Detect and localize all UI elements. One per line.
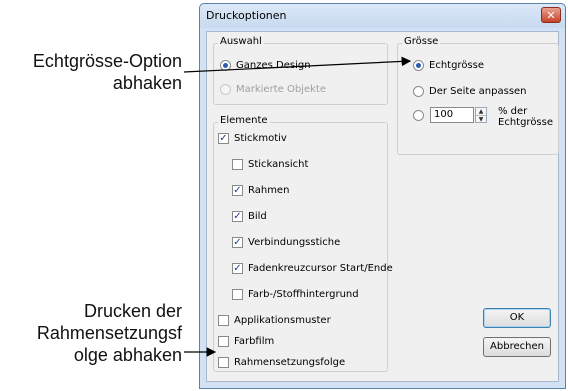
group-auswahl: Auswahl Ganzes Design Markierte Objekte	[213, 36, 388, 105]
callout-line: Echtgrösse-Option	[32, 51, 182, 71]
callout-line: olge abhaken	[73, 345, 182, 365]
checkbox-rahmensetzungsfolge[interactable]: Rahmensetzungsfolge	[218, 355, 345, 369]
checkbox-label: Stickansicht	[248, 158, 309, 170]
radio-button	[220, 83, 231, 95]
checkbox-label: Verbindungsstiche	[248, 236, 341, 248]
dialog-title: Druckoptionen	[206, 9, 287, 22]
checkbox-label: Bild	[248, 210, 267, 222]
checkbox-empty-icon[interactable]	[218, 335, 229, 347]
callout-line: Drucken der	[83, 301, 182, 321]
checkbox-label: Applikationsmuster	[234, 314, 331, 326]
percent-label-line1: Echtgrösse	[498, 117, 554, 128]
checkbox-empty-icon[interactable]	[218, 356, 229, 368]
checkbox-empty-icon[interactable]	[232, 158, 243, 170]
radio-button[interactable]	[413, 109, 424, 121]
radio-label: Echtgrösse	[429, 59, 485, 71]
checkmark-icon[interactable]: ✓	[218, 132, 229, 144]
checkbox-empty-icon[interactable]	[232, 288, 243, 300]
callout-echtgroesse: Echtgrösse-Option abhaken	[33, 50, 182, 94]
group-label-elemente: Elemente	[218, 115, 270, 126]
checkbox-label: Rahmensetzungsfolge	[234, 356, 346, 368]
radio-label: Ganzes Design	[236, 59, 311, 71]
close-button[interactable]: ✕	[541, 7, 561, 23]
dialog-client: Auswahl Ganzes Design Markierte Objekte …	[206, 31, 559, 382]
radio-button[interactable]	[220, 59, 231, 71]
group-label-groesse: Grösse	[402, 36, 441, 47]
checkbox-applikationsmuster[interactable]: Applikationsmuster	[218, 313, 331, 327]
percent-input[interactable]: 100	[430, 107, 474, 123]
checkmark-icon[interactable]: ✓	[232, 236, 243, 248]
checkmark-icon[interactable]: ✓	[232, 184, 243, 196]
radio-ganzes-design[interactable]: Ganzes Design	[220, 58, 311, 72]
percent-label-line0: % der	[498, 106, 528, 117]
callout-line: Rahmensetzungsf	[36, 323, 182, 343]
checkbox-verbindungsstiche[interactable]: ✓ Verbindungsstiche	[232, 235, 340, 249]
checkbox-label: Stickmotiv	[234, 132, 287, 144]
radio-echtgroesse[interactable]: Echtgrösse	[413, 58, 484, 72]
radio-prozent[interactable]	[413, 108, 429, 122]
spin-up-icon[interactable]: ▲	[476, 108, 486, 116]
group-label-auswahl: Auswahl	[218, 36, 264, 47]
ok-button[interactable]: OK	[483, 308, 551, 328]
spin-down-icon[interactable]: ▼	[476, 116, 486, 123]
cancel-button[interactable]: Abbrechen	[483, 337, 551, 357]
group-groesse: Grösse Echtgrösse Der Seite anpassen 100…	[397, 36, 559, 155]
callout-line: abhaken	[112, 73, 182, 93]
title-bar[interactable]: Druckoptionen ✕	[200, 4, 565, 28]
checkbox-fadenkreuzcursor[interactable]: ✓ Fadenkreuzcursor Start/Ende	[232, 261, 393, 275]
radio-label: Der Seite anpassen	[429, 85, 527, 97]
checkbox-label: Fadenkreuzcursor Start/Ende	[248, 262, 393, 274]
radio-button[interactable]	[413, 59, 424, 71]
checkbox-rahmen[interactable]: ✓ Rahmen	[232, 183, 289, 197]
radio-seite-anpassen[interactable]: Der Seite anpassen	[413, 84, 527, 98]
radio-label: Markierte Objekte	[236, 83, 326, 95]
checkmark-icon[interactable]: ✓	[232, 210, 243, 222]
checkbox-label: Farb-/Stoffhintergrund	[248, 288, 359, 300]
percent-spinner[interactable]: ▲ ▼	[475, 107, 487, 123]
close-icon: ✕	[546, 9, 556, 22]
checkbox-label: Rahmen	[248, 184, 290, 196]
print-options-dialog: Druckoptionen ✕ Auswahl Ganzes Design Ma…	[199, 3, 566, 389]
group-elemente: Elemente ✓ Stickmotiv Stickansicht ✓ Rah…	[213, 115, 393, 372]
checkbox-farb-stoffhintergrund[interactable]: Farb-/Stoffhintergrund	[232, 287, 359, 301]
callout-rahmensetzungsfolge: Drucken der Rahmensetzungsf olge abhaken	[37, 300, 182, 366]
checkbox-farbfilm[interactable]: Farbfilm	[218, 334, 274, 348]
radio-button[interactable]	[413, 85, 424, 97]
radio-markierte-objekte: Markierte Objekte	[220, 82, 326, 96]
checkbox-empty-icon[interactable]	[218, 314, 229, 326]
checkmark-icon[interactable]: ✓	[232, 262, 243, 274]
checkbox-stickansicht[interactable]: Stickansicht	[232, 157, 308, 171]
checkbox-bild[interactable]: ✓ Bild	[232, 209, 267, 223]
checkbox-label: Farbfilm	[234, 335, 275, 347]
checkbox-stickmotiv[interactable]: ✓ Stickmotiv	[218, 131, 287, 145]
